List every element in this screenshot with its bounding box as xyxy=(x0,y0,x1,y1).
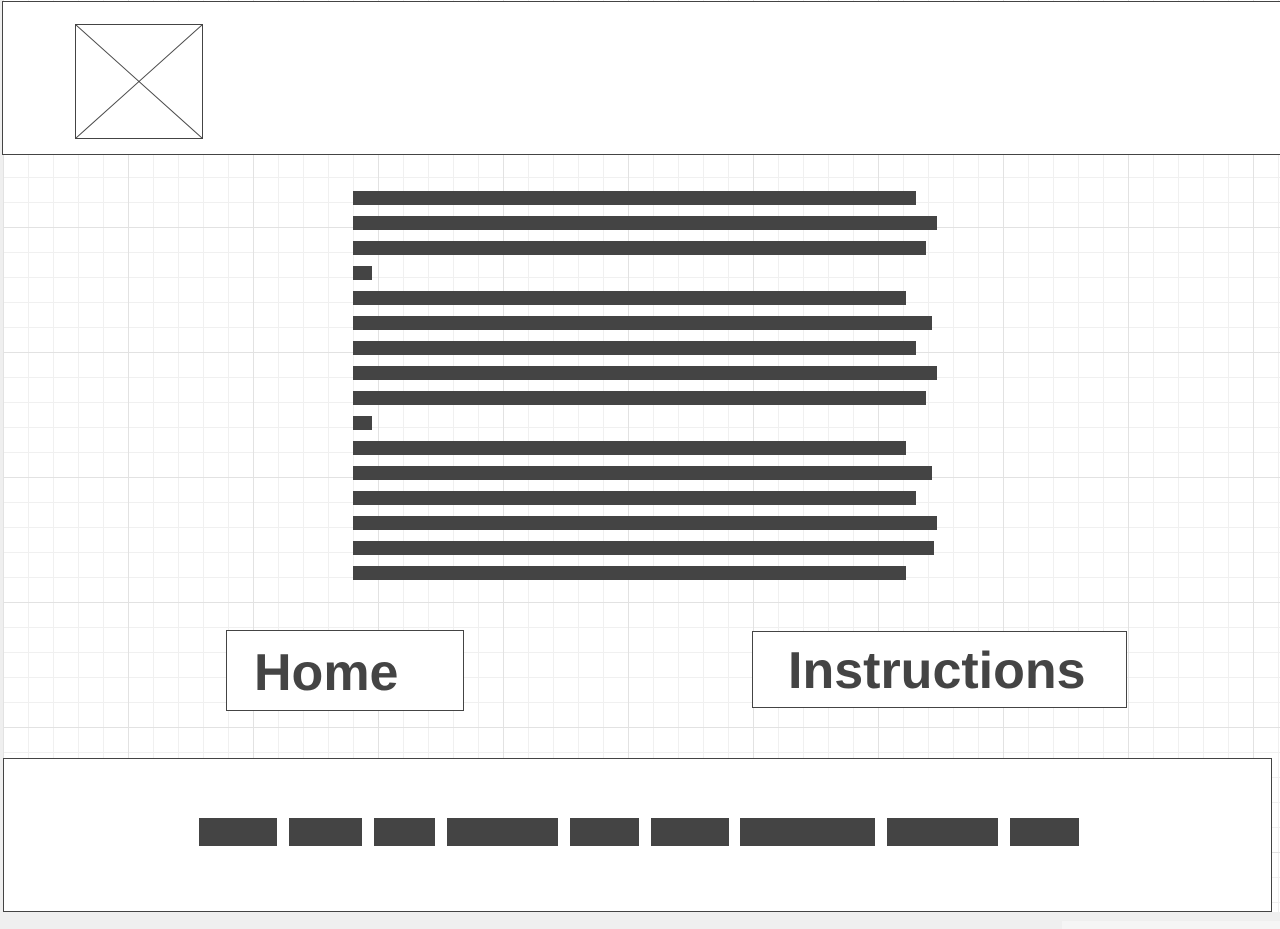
footer-link[interactable] xyxy=(447,818,558,846)
text-line xyxy=(353,416,372,430)
text-line xyxy=(353,566,906,580)
footer-link[interactable] xyxy=(289,818,362,846)
footer-link[interactable] xyxy=(374,818,435,846)
text-line xyxy=(353,216,937,230)
footer-link[interactable] xyxy=(570,818,639,846)
text-line xyxy=(353,541,934,555)
footer-link[interactable] xyxy=(199,818,277,846)
image-placeholder-icon xyxy=(75,24,203,139)
header xyxy=(2,1,1280,155)
text-line xyxy=(353,491,916,505)
text-line xyxy=(353,266,372,280)
text-line xyxy=(353,241,926,255)
footer-link[interactable] xyxy=(1010,818,1079,846)
instructions-button[interactable]: Instructions xyxy=(752,631,1127,708)
footer-link[interactable] xyxy=(740,818,875,846)
footer xyxy=(3,758,1272,912)
home-button-label: Home xyxy=(254,644,399,702)
footer-link[interactable] xyxy=(887,818,998,846)
text-line xyxy=(353,291,906,305)
text-line xyxy=(353,341,916,355)
text-line xyxy=(353,516,937,530)
canvas-corner xyxy=(1062,921,1280,929)
text-line xyxy=(353,391,926,405)
footer-link[interactable] xyxy=(651,818,729,846)
home-button[interactable]: Home xyxy=(226,630,464,711)
instructions-button-label: Instructions xyxy=(788,642,1086,700)
text-line xyxy=(353,466,932,480)
text-line xyxy=(353,441,906,455)
text-line xyxy=(353,191,916,205)
text-line xyxy=(353,316,932,330)
text-line xyxy=(353,366,937,380)
